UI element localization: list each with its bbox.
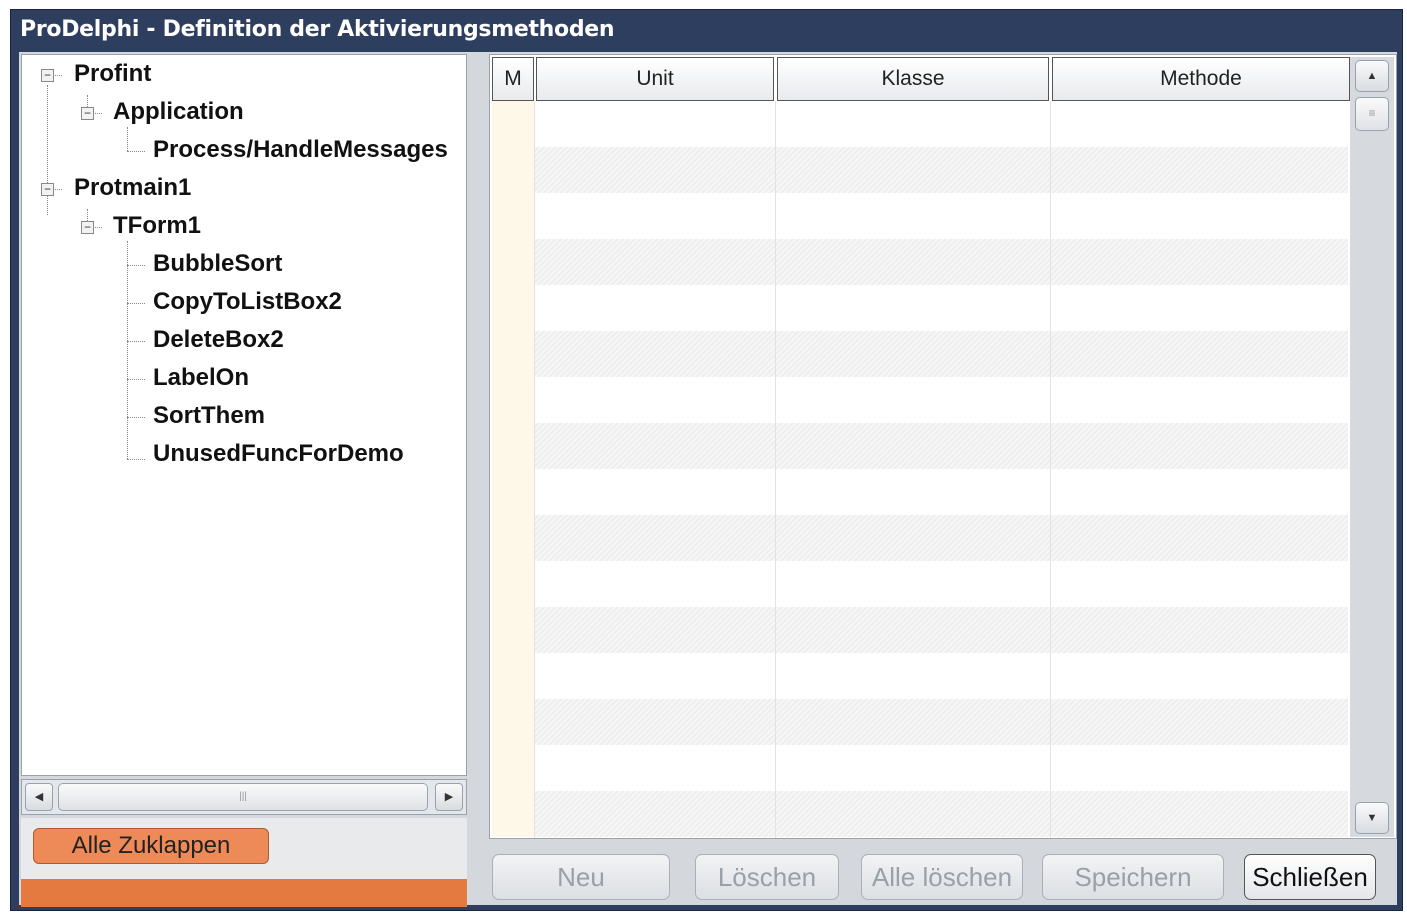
- m-cell[interactable]: [492, 561, 534, 607]
- table-row[interactable]: [492, 653, 1348, 699]
- tree-line: [127, 459, 145, 460]
- close-button[interactable]: Schließen: [1244, 854, 1376, 900]
- tree-node-deletebox2[interactable]: DeleteBox2: [153, 325, 284, 355]
- window-title: ProDelphi - Definition der Aktivierungsm…: [20, 17, 615, 42]
- table-row[interactable]: [492, 377, 1348, 423]
- m-cell[interactable]: [492, 193, 534, 239]
- tree-line: [127, 265, 145, 266]
- tree-node-bubblesort[interactable]: BubbleSort: [153, 249, 282, 279]
- main-window: ProDelphi - Definition der Aktivierungsm…: [10, 9, 1403, 911]
- delete-all-button[interactable]: Alle löschen: [861, 854, 1023, 900]
- m-cell[interactable]: [492, 699, 534, 745]
- tree-line: [127, 417, 145, 418]
- tree-node-process-handlemessages[interactable]: Process/HandleMessages: [153, 135, 448, 165]
- scrollbar-thumb[interactable]: ≡: [1355, 97, 1389, 131]
- m-cell[interactable]: [492, 469, 534, 515]
- tree-line: [127, 127, 128, 151]
- tree-node-copytolistbox2[interactable]: CopyToListBox2: [153, 287, 342, 317]
- tree-node-labelon[interactable]: LabelOn: [153, 363, 249, 393]
- left-bottom-panel: Alle Zuklappen: [21, 818, 467, 907]
- column-divider: [775, 101, 776, 838]
- table-row[interactable]: [492, 331, 1348, 377]
- tree-node-tform1[interactable]: TForm1: [113, 211, 201, 241]
- m-cell[interactable]: [492, 101, 534, 147]
- tree-horizontal-scrollbar[interactable]: ◀ ||| ▶: [21, 779, 467, 815]
- tree-node-profint[interactable]: Profint: [74, 59, 151, 89]
- methods-grid[interactable]: M Unit Klasse Methode ▲ ≡ ▼: [489, 54, 1397, 839]
- tree-node-application[interactable]: Application: [113, 97, 244, 127]
- scrollbar-thumb[interactable]: |||: [58, 783, 428, 811]
- arrow-up-icon[interactable]: ▲: [1355, 60, 1389, 92]
- table-row[interactable]: [492, 101, 1348, 147]
- column-header-klasse[interactable]: Klasse: [777, 57, 1049, 101]
- tree-line: [127, 151, 145, 152]
- m-cell[interactable]: [492, 285, 534, 331]
- minus-box-icon[interactable]: −: [41, 183, 54, 196]
- tree-line: [127, 379, 145, 380]
- m-cell[interactable]: [492, 377, 534, 423]
- status-bar: [21, 879, 467, 907]
- table-row[interactable]: [492, 699, 1348, 745]
- m-cell[interactable]: [492, 745, 534, 791]
- tree-node-sortthem[interactable]: SortThem: [153, 401, 265, 431]
- m-cell[interactable]: [492, 653, 534, 699]
- m-cell[interactable]: [492, 607, 534, 653]
- table-row[interactable]: [492, 745, 1348, 791]
- tree-node-protmain1[interactable]: Protmain1: [74, 173, 191, 203]
- m-cell[interactable]: [492, 423, 534, 469]
- table-row[interactable]: [492, 147, 1348, 193]
- column-header-unit[interactable]: Unit: [536, 57, 774, 101]
- table-row[interactable]: [492, 239, 1348, 285]
- delete-button[interactable]: Löschen: [695, 854, 839, 900]
- m-cell[interactable]: [492, 515, 534, 561]
- table-row[interactable]: [492, 561, 1348, 607]
- table-row[interactable]: [492, 469, 1348, 515]
- column-divider: [534, 101, 535, 838]
- collapse-all-button[interactable]: Alle Zuklappen: [33, 828, 269, 864]
- column-header-m[interactable]: M: [492, 57, 534, 101]
- tree-line: [127, 303, 145, 304]
- minus-box-icon[interactable]: −: [41, 69, 54, 82]
- m-cell[interactable]: [492, 147, 534, 193]
- arrow-left-icon[interactable]: ◀: [25, 783, 53, 811]
- column-divider: [1050, 101, 1051, 838]
- tree-line: [127, 341, 145, 342]
- action-button-bar: Neu Löschen Alle löschen Speichern Schli…: [489, 841, 1397, 905]
- tree-node-unusedfuncfordemo[interactable]: UnusedFuncForDemo: [153, 439, 404, 469]
- arrow-right-icon[interactable]: ▶: [435, 783, 463, 811]
- table-row[interactable]: [492, 515, 1348, 561]
- table-row[interactable]: [492, 607, 1348, 653]
- client-area: − − − − Profint Application Process/Hand…: [19, 52, 1397, 907]
- m-cell[interactable]: [492, 331, 534, 377]
- m-cell[interactable]: [492, 791, 534, 837]
- save-button[interactable]: Speichern: [1042, 854, 1224, 900]
- table-row[interactable]: [492, 423, 1348, 469]
- grid-vertical-scrollbar[interactable]: ▲ ≡ ▼: [1350, 57, 1394, 837]
- table-row[interactable]: [492, 791, 1348, 837]
- new-button[interactable]: Neu: [492, 854, 670, 900]
- tree-line: [127, 241, 128, 459]
- m-cell[interactable]: [492, 239, 534, 285]
- column-header-methode[interactable]: Methode: [1052, 57, 1350, 101]
- method-tree[interactable]: − − − − Profint Application Process/Hand…: [21, 54, 467, 776]
- arrow-down-icon[interactable]: ▼: [1355, 802, 1389, 834]
- minus-box-icon[interactable]: −: [81, 107, 94, 120]
- table-row[interactable]: [492, 193, 1348, 239]
- table-row[interactable]: [492, 285, 1348, 331]
- minus-box-icon[interactable]: −: [81, 221, 94, 234]
